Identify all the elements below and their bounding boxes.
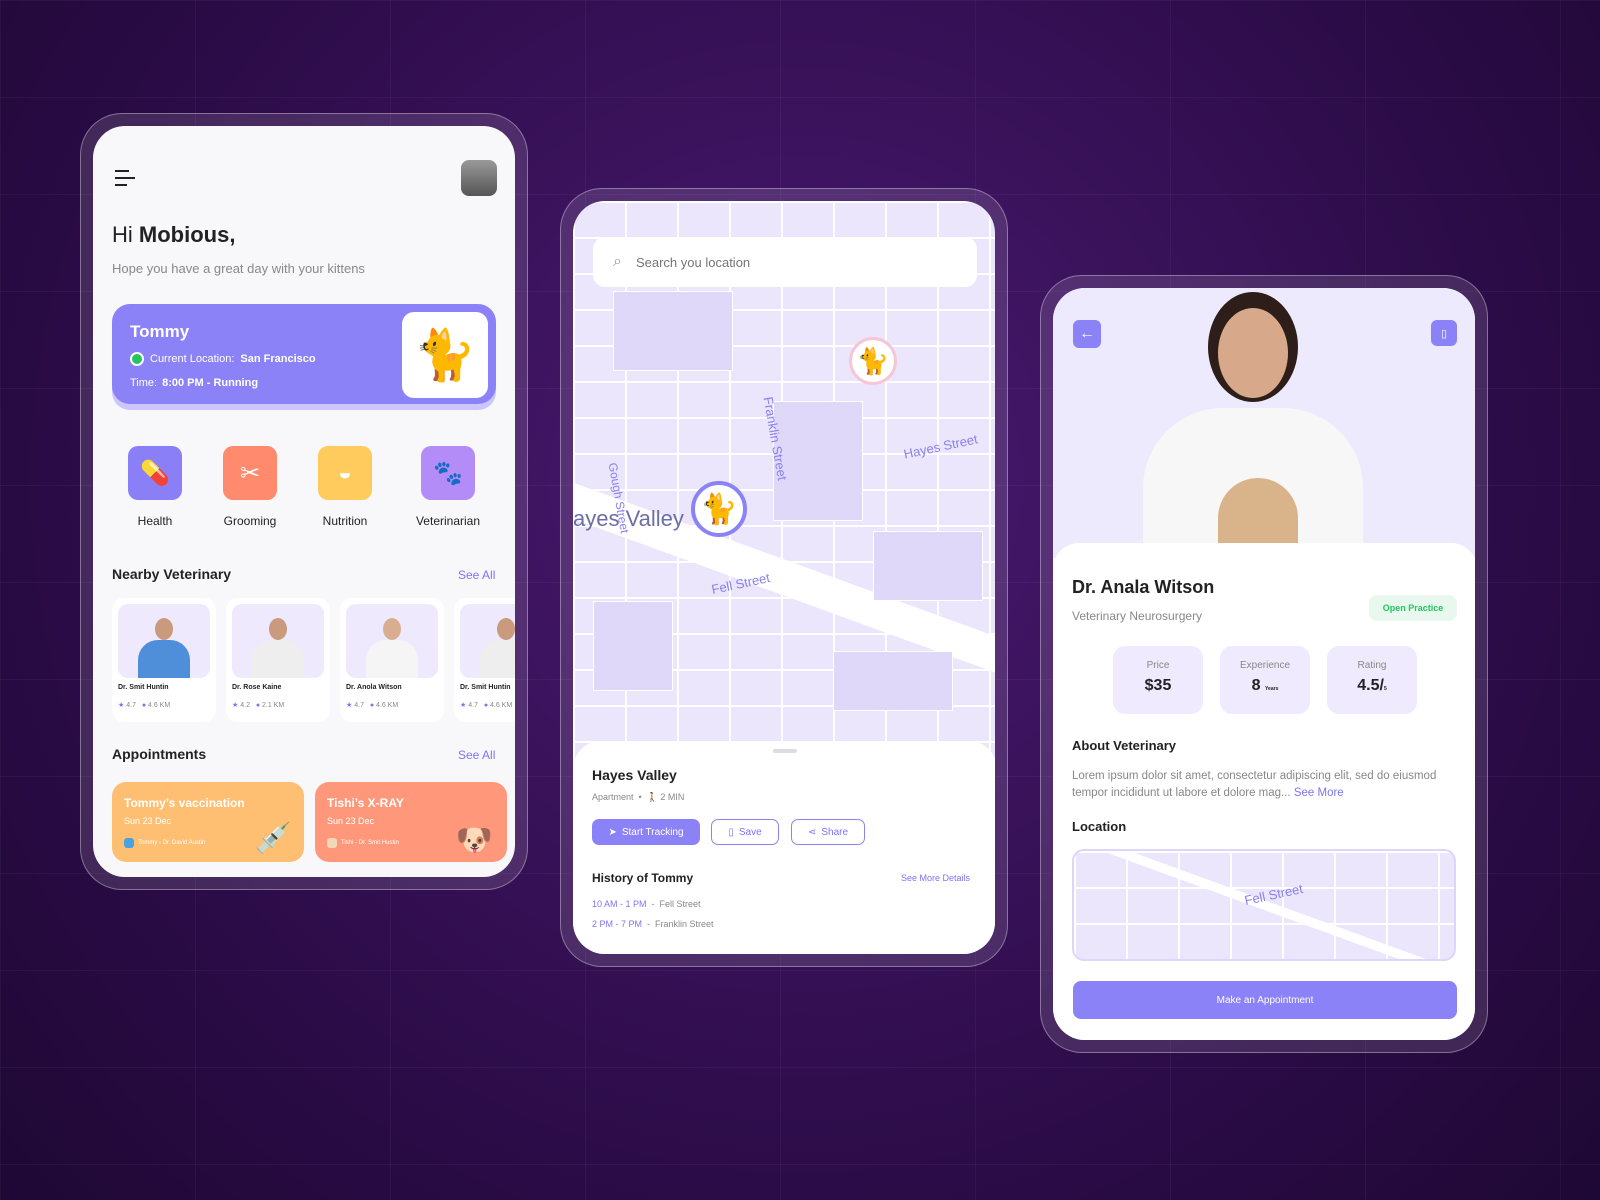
place-meta: Apartment • 🚶 2 MIN xyxy=(592,792,685,802)
home-screen-frame: Hi Mobious, Hope you have a great day wi… xyxy=(80,113,528,890)
see-more-link[interactable]: See More xyxy=(1294,787,1344,799)
open-practice-badge: Open Practice xyxy=(1369,595,1457,621)
pet-time: Time: 8:00 PM - Running xyxy=(130,377,259,389)
street-label: Hayes Street xyxy=(902,431,979,462)
scissors-icon: ✂ xyxy=(239,459,261,487)
navigation-icon: ➤ xyxy=(608,826,617,838)
search-input[interactable] xyxy=(635,254,936,270)
street-label: Fell Street xyxy=(710,570,772,597)
pet-map-marker[interactable]: 🐈 xyxy=(849,337,897,385)
history-item: 2 PM - 7 PM - Franklin Street xyxy=(592,919,714,929)
category-label: Health xyxy=(137,514,173,528)
back-button[interactable]: ← xyxy=(1073,320,1101,348)
vet-card[interactable]: Dr. Smit Huntin ★ 4.7 ● 4.6 KM xyxy=(112,598,216,722)
doctor-specialty: Veterinary Neurosurgery xyxy=(1072,609,1203,623)
share-button[interactable]: ⋖ Share xyxy=(791,819,865,845)
arrow-left-icon: ← xyxy=(1079,325,1095,342)
greeting-subtitle: Hope you have a great day with your kitt… xyxy=(112,261,365,276)
current-pet-marker[interactable]: 🐈 xyxy=(691,481,747,537)
vet-card[interactable]: Dr. Anola Witson ★ 4.7 ● 4.6 KM xyxy=(340,598,444,722)
about-title: About Veterinary xyxy=(1072,738,1177,753)
share-icon: ⋖ xyxy=(807,826,817,838)
location-map[interactable]: Fell Street xyxy=(1072,849,1456,961)
history-title: History of Tommy xyxy=(592,871,694,885)
area-label: ayes Valley xyxy=(573,506,684,531)
detail-screen-frame: ← ▯ Dr. Anala Witson Veterinary Neurosur… xyxy=(1040,275,1488,1053)
bowl-icon: ◒ xyxy=(337,459,353,486)
doctor-hero xyxy=(1053,288,1475,558)
see-more-details-link[interactable]: See More Details xyxy=(901,873,970,883)
stat-price: Price $35 xyxy=(1113,646,1203,714)
avatar[interactable] xyxy=(461,160,497,196)
about-text: Lorem ipsum dolor sit amet, consectetur … xyxy=(1072,770,1437,799)
category-grooming[interactable]: ✂ xyxy=(223,446,277,500)
bookmark-button[interactable]: ▯ xyxy=(1431,320,1457,346)
street-label: Fell Street xyxy=(1243,881,1305,908)
location-search-bar[interactable]: ⌕ xyxy=(593,237,977,287)
make-appointment-button[interactable]: Make an Appointment xyxy=(1073,981,1457,1019)
category-label: Grooming xyxy=(223,514,277,528)
detail-screen: ← ▯ Dr. Anala Witson Veterinary Neurosur… xyxy=(1053,288,1475,1040)
vet-card[interactable]: Dr. Smit Huntin ★ 4.7 ● 4.6 KM xyxy=(454,598,515,722)
menu-icon[interactable] xyxy=(115,170,137,186)
bookmark-icon: ▯ xyxy=(1440,327,1448,340)
doctor-name: Dr. Anala Witson xyxy=(1072,577,1215,597)
vet-card[interactable]: Dr. Rose Kaine ★ 4.2 ● 2.1 KM xyxy=(226,598,330,722)
home-screen: Hi Mobious, Hope you have a great day wi… xyxy=(93,126,515,877)
save-button[interactable]: ▯ Save xyxy=(711,819,779,845)
map-screen-frame: Franklin Street Hayes Street Gough Stree… xyxy=(560,188,1008,967)
start-tracking-button[interactable]: ➤ Start Tracking xyxy=(592,819,700,845)
location-title: Location xyxy=(1072,819,1127,834)
status-dot-icon xyxy=(130,352,144,366)
appointments-see-all-link[interactable]: See All xyxy=(458,748,495,762)
history-item: 10 AM - 1 PM - Fell Street xyxy=(592,899,701,909)
nearby-see-all-link[interactable]: See All xyxy=(458,568,495,582)
appointments-title: Appointments xyxy=(112,746,207,762)
greeting: Hi Mobious, xyxy=(112,222,236,247)
dog-xray-icon: 🐶 xyxy=(455,824,493,857)
category-label: Nutrition xyxy=(322,514,368,528)
pet-name: Tommy xyxy=(130,322,190,341)
pet-tracking-card[interactable]: Tommy Current Location: San Francisco Tim… xyxy=(112,304,496,404)
stat-rating: Rating 4.5/5 xyxy=(1327,646,1417,714)
pill-icon: 💊 xyxy=(140,459,170,487)
pet-photo: 🐈 xyxy=(402,312,488,398)
walk-icon: 🚶 xyxy=(646,792,658,802)
drag-handle[interactable] xyxy=(773,749,797,753)
stat-experience: Experience 8 Years xyxy=(1220,646,1310,714)
place-title: Hayes Valley xyxy=(592,767,677,783)
pet-location: Current Location: San Francisco xyxy=(130,352,316,366)
appointment-card[interactable]: Tishi’s X-RAY Sun 23 Dec Tishi - Dr. Smit … xyxy=(315,782,507,862)
category-health[interactable]: 💊 xyxy=(128,446,182,500)
bookmark-icon: ▯ xyxy=(728,826,734,838)
category-label: Veterinarian xyxy=(415,514,481,528)
appointment-card[interactable]: Tommy’s vaccination Sun 23 Dec Tommy - Dr.… xyxy=(112,782,304,862)
map-screen: Franklin Street Hayes Street Gough Stree… xyxy=(573,201,995,954)
paw-icon: 🐾 xyxy=(433,459,463,487)
nearby-title: Nearby Veterinary xyxy=(112,566,232,582)
category-veterinarian[interactable]: 🐾 xyxy=(421,446,475,500)
location-bottom-sheet: Hayes Valley Apartment • 🚶 2 MIN ➤ Start … xyxy=(573,741,995,954)
category-nutrition[interactable]: ◒ xyxy=(318,446,372,500)
search-icon: ⌕ xyxy=(613,253,622,270)
syringe-icon: 💉 xyxy=(254,822,292,855)
